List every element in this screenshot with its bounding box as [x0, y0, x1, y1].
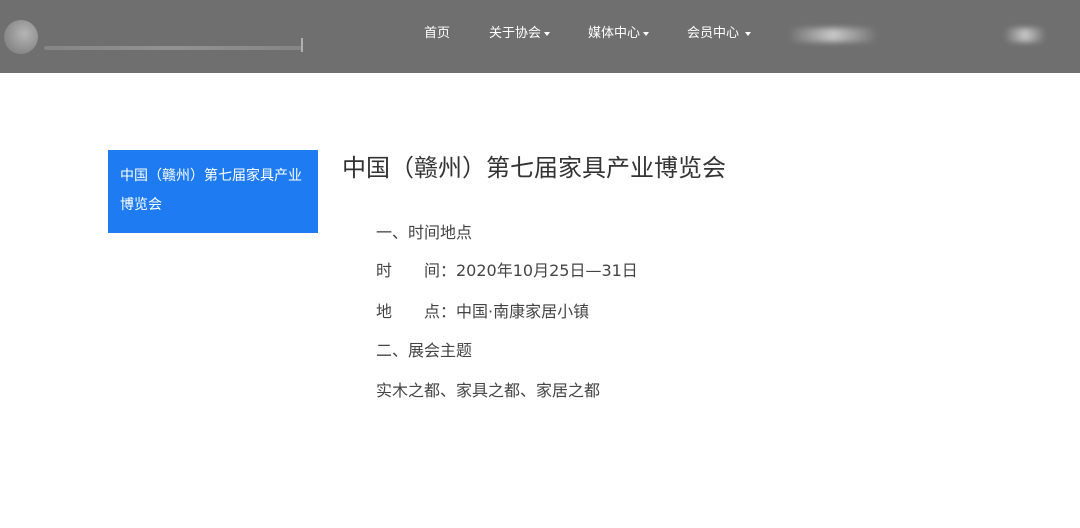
chevron-down-icon: [643, 31, 650, 36]
event-location: 地 点：中国·南康家居小镇: [376, 302, 590, 321]
sidebar-item-label: 中国（赣州）第七届家具产业博览会: [120, 168, 302, 213]
nav-item-media[interactable]: 媒体中心: [588, 24, 650, 44]
sidebar-item-expo[interactable]: 中国（赣州）第七届家具产业博览会: [108, 150, 318, 233]
logo-divider: [301, 38, 303, 52]
page: 首页 关于协会 媒体中心 会员中心 中国（赣州）第七届家具产业博览会 中国（赣州…: [0, 0, 1080, 528]
section-heading-time-place: 一、时间地点: [376, 223, 473, 242]
nav-item-home[interactable]: 首页: [424, 24, 450, 44]
site-logo[interactable]: [0, 14, 310, 58]
event-time: 时 间：2020年10月25日—31日: [376, 261, 638, 280]
nav-item-members[interactable]: 会员中心: [687, 24, 752, 44]
page-title: 中国（赣州）第七届家具产业博览会: [342, 154, 726, 182]
logo-emblem-icon: [4, 20, 38, 54]
event-theme: 实木之都、家具之都、家居之都: [376, 381, 601, 400]
nav-item-label: 首页: [424, 26, 451, 41]
nav-item-about[interactable]: 关于协会: [489, 24, 551, 44]
chevron-down-icon: [745, 31, 752, 36]
chevron-down-icon: [544, 31, 551, 36]
top-nav-bar: 首页 关于协会 媒体中心 会员中心: [0, 0, 1080, 73]
nav-item-label: 媒体中心: [588, 26, 641, 41]
nav-item-label: 关于协会: [489, 26, 542, 41]
nav-item-label: 会员中心: [687, 26, 740, 41]
nav-item-blurred-right[interactable]: [1004, 28, 1046, 42]
logo-text-blurred: [44, 46, 302, 50]
nav-item-blurred[interactable]: [788, 28, 878, 42]
section-heading-theme: 二、展会主题: [376, 341, 473, 360]
